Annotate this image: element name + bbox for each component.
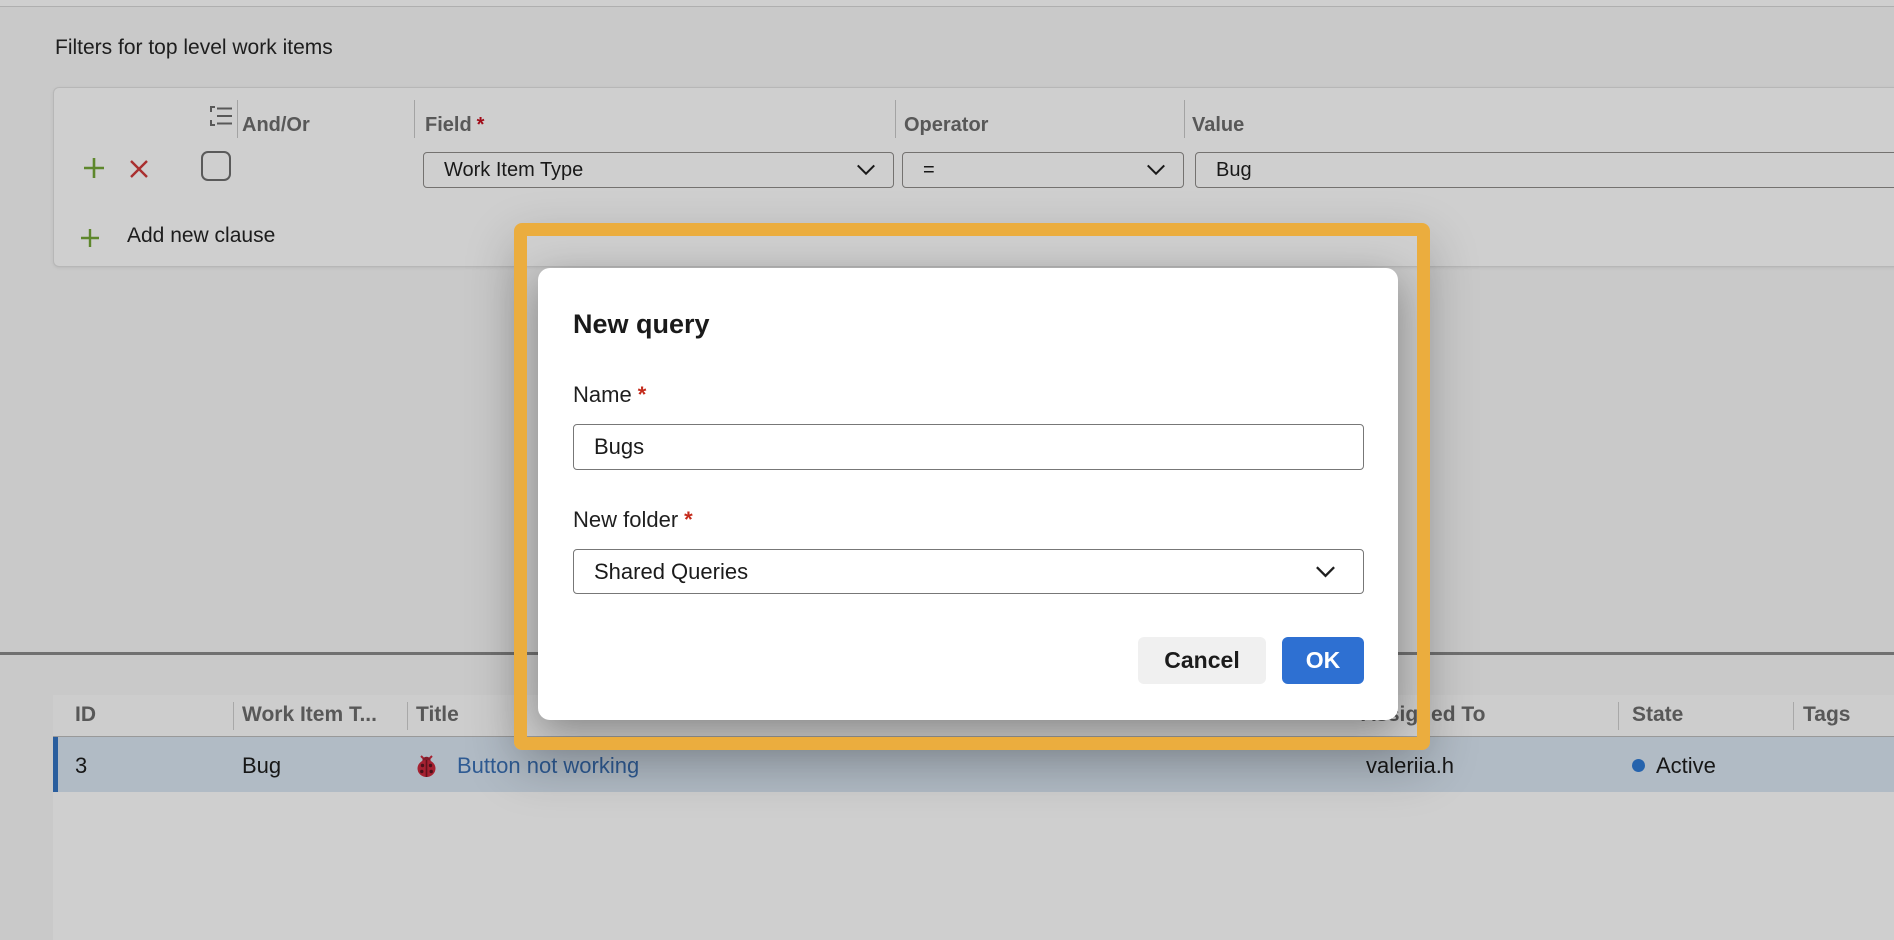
folder-label-text: New folder [573,507,678,532]
ok-button[interactable]: OK [1282,637,1364,684]
chevron-down-icon [1314,563,1337,580]
dialog-title: New query [573,309,710,340]
cancel-button[interactable]: Cancel [1138,637,1266,684]
query-name-input[interactable] [573,424,1364,470]
new-query-dialog: New query Name* New folder* Shared Queri… [538,268,1398,720]
folder-dropdown[interactable]: Shared Queries [573,549,1364,594]
name-label: Name* [573,382,646,408]
name-required-mark: * [632,382,647,407]
folder-required-mark: * [678,507,693,532]
folder-dropdown-value: Shared Queries [574,559,748,585]
folder-label: New folder* [573,507,693,533]
name-label-text: Name [573,382,632,407]
